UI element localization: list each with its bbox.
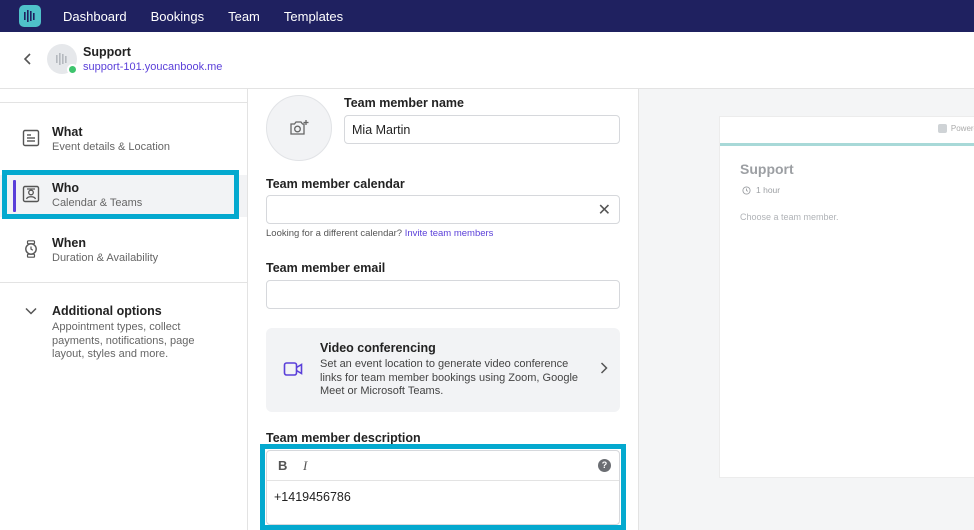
sidebar-item-subtitle: Appointment types, collect payments, not… — [52, 321, 195, 360]
online-status-dot — [67, 64, 78, 75]
chevron-down-icon — [25, 307, 37, 315]
sidebar-item-title: Additional options — [52, 304, 162, 318]
nav-dashboard[interactable]: Dashboard — [63, 9, 127, 24]
chevron-right-icon — [600, 362, 608, 374]
sidebar-item-what[interactable]: What Event details & Location — [0, 119, 247, 169]
powered-logo-icon — [937, 124, 947, 133]
name-input[interactable]: Mia Martin — [344, 115, 620, 144]
sidebar-item-subtitle: Event details & Location — [52, 141, 171, 153]
sidebar-item-additional-options[interactable]: Additional options Appointment types, co… — [0, 298, 247, 368]
nav-bookings[interactable]: Bookings — [151, 9, 204, 24]
booking-page-url[interactable]: support-101.youcanbook.me — [83, 61, 222, 73]
video-conferencing-title: Video conferencing — [320, 341, 436, 355]
app-logo[interactable] — [19, 5, 41, 27]
sidebar-divider — [0, 102, 247, 103]
video-camera-icon — [283, 362, 303, 376]
sidebar-item-when[interactable]: When Duration & Availability — [0, 230, 247, 280]
watch-icon — [25, 240, 37, 258]
highlight-box-who — [2, 170, 239, 219]
invite-team-members-link[interactable]: Invite team members — [405, 228, 494, 239]
settings-sidebar: What Event details & Location Who Calend… — [0, 89, 248, 530]
clock-icon — [742, 185, 751, 195]
preview-accent-bar — [720, 143, 974, 146]
calendar-hint-text: Looking for a different calendar? — [266, 228, 403, 239]
preview-duration: 1 hour — [742, 185, 780, 195]
video-conferencing-description: Set an event location to generate video … — [320, 358, 579, 397]
sidebar-divider — [0, 282, 247, 283]
nav-templates[interactable]: Templates — [284, 9, 343, 24]
powered-by: Powere — [937, 124, 974, 133]
email-label: Team member email — [266, 261, 386, 275]
preview-duration-text: 1 hour — [756, 185, 781, 195]
preview-card: Powere Support 1 hour Choose a team memb… — [719, 116, 974, 478]
camera-add-icon — [290, 120, 309, 135]
booking-preview-pane: Powere Support 1 hour Choose a team memb… — [638, 89, 974, 530]
page-title: Support — [83, 45, 131, 59]
clear-icon[interactable]: ✕ — [598, 200, 611, 220]
back-chevron-icon[interactable] — [20, 50, 34, 68]
top-nav: Dashboard Bookings Team Templates — [0, 0, 974, 32]
email-input[interactable] — [266, 280, 620, 309]
powered-text: Powere — [950, 124, 974, 133]
booking-page-avatar — [47, 44, 78, 75]
team-member-form: Team member name Mia Martin Team member … — [248, 89, 638, 530]
video-conferencing-card[interactable]: Video conferencing Set an event location… — [266, 328, 620, 412]
calendar-hint: Looking for a different calendar? Invite… — [266, 228, 493, 239]
calendar-select[interactable]: ✕ — [266, 195, 620, 224]
description-label: Team member description — [266, 431, 421, 445]
name-input-value: Mia Martin — [352, 123, 411, 137]
page-header: Support support-101.youcanbook.me — [0, 32, 974, 89]
highlight-box-description — [260, 444, 626, 530]
sidebar-item-subtitle: Duration & Availability — [52, 252, 159, 264]
sidebar-item-title: When — [52, 236, 87, 250]
preview-choose-text: Choose a team member. — [740, 212, 839, 222]
sidebar-item-title: What — [52, 125, 83, 139]
nav-team[interactable]: Team — [228, 9, 260, 24]
name-label: Team member name — [344, 96, 464, 110]
document-icon — [22, 129, 40, 147]
calendar-label: Team member calendar — [266, 177, 405, 191]
preview-title: Support — [740, 161, 794, 177]
upload-photo-button[interactable] — [266, 95, 332, 161]
